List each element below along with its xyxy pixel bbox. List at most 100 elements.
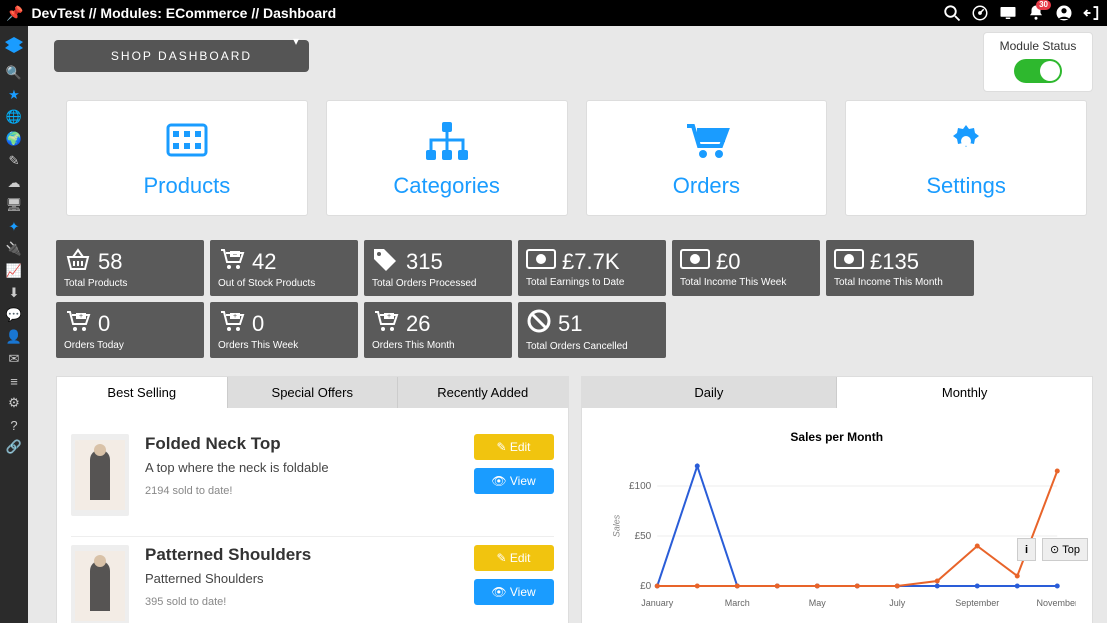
rail-link-icon[interactable]: 🔗 — [0, 436, 28, 458]
rail-monitor-icon[interactable]: 🖥 — [0, 194, 28, 216]
products-panel: Best Selling Special Offers Recently Add… — [56, 376, 569, 623]
card-settings[interactable]: Settings — [845, 100, 1087, 216]
notification-icon[interactable]: 30 — [1027, 4, 1045, 22]
rail-download-icon[interactable]: ⬇ — [0, 282, 28, 304]
svg-text:January: January — [641, 598, 674, 608]
rail-chat-icon[interactable]: 💬 — [0, 304, 28, 326]
ban-icon — [526, 308, 552, 339]
tab-special-offers[interactable]: Special Offers — [227, 377, 398, 408]
top-bar: 📌 DevTest // Modules: ECommerce // Dashb… — [0, 0, 1107, 26]
chart-tabs: Daily Monthly — [582, 377, 1093, 408]
product-desc: A top where the neck is foldable — [145, 460, 458, 475]
svg-text:September: September — [955, 598, 999, 608]
rail-chart-icon[interactable]: 📈 — [0, 260, 28, 282]
rail-world-icon[interactable]: 🌍 — [0, 128, 28, 150]
logout-icon[interactable] — [1083, 4, 1101, 22]
chart-panel: Daily Monthly Sales per Month £0£50£100S… — [581, 376, 1094, 623]
stat-tile[interactable]: 51Total Orders Cancelled — [518, 302, 666, 358]
view-button[interactable]: 👁 View — [474, 468, 554, 494]
stat-tile[interactable]: +26Orders This Month — [364, 302, 512, 358]
rail-puzzle-icon[interactable]: ✦ — [0, 216, 28, 238]
svg-text:November: November — [1036, 598, 1076, 608]
svg-text:£0: £0 — [640, 581, 652, 592]
hierarchy-icon — [422, 117, 472, 165]
tab-recently-added[interactable]: Recently Added — [397, 377, 568, 408]
product-tabs: Best Selling Special Offers Recently Add… — [57, 377, 568, 408]
dashboard-select[interactable]: SHOP DASHBOARD — [54, 40, 309, 72]
tab-daily[interactable]: Daily — [582, 377, 837, 408]
rail-star-icon[interactable]: ★ — [0, 84, 28, 106]
edit-button[interactable]: ✎ Edit — [474, 434, 554, 460]
rail-user-icon[interactable]: 👤 — [0, 326, 28, 348]
chart-info-button[interactable]: i — [1017, 538, 1036, 561]
cart-icon — [681, 117, 731, 165]
rail-gear-icon[interactable]: ⚙ — [0, 392, 28, 414]
product-thumbnail — [71, 545, 129, 623]
pin-icon[interactable]: 📌 — [6, 5, 23, 22]
basket-icon — [64, 247, 92, 276]
product-title: Folded Neck Top — [145, 434, 458, 454]
cart-add-icon: + — [218, 309, 246, 338]
money-icon — [834, 249, 864, 274]
logo-icon[interactable] — [0, 30, 28, 62]
cart-out-icon: – — [218, 247, 246, 276]
product-thumbnail — [71, 434, 129, 516]
svg-text:–: – — [233, 251, 237, 258]
view-button[interactable]: 👁 View — [474, 579, 554, 605]
money-icon — [680, 249, 710, 274]
rail-search-icon[interactable]: 🔍 — [0, 62, 28, 84]
tab-monthly[interactable]: Monthly — [836, 377, 1092, 408]
stats-grid: 58Total Products–42Out of Stock Products… — [56, 240, 1087, 358]
svg-text:May: May — [808, 598, 826, 608]
cart-add-icon: + — [372, 309, 400, 338]
money-icon — [526, 249, 556, 274]
main-area: SHOP DASHBOARD Module Status Products Ca… — [28, 26, 1107, 623]
stat-tile[interactable]: –42Out of Stock Products — [210, 240, 358, 296]
rail-globe-icon[interactable]: 🌐 — [0, 106, 28, 128]
gauge-icon[interactable] — [971, 4, 989, 22]
module-status-toggle[interactable] — [1014, 59, 1062, 83]
card-products[interactable]: Products — [66, 100, 308, 216]
rail-help-icon[interactable]: ? — [0, 414, 28, 436]
svg-text:£50: £50 — [634, 531, 651, 542]
card-orders[interactable]: Orders — [586, 100, 828, 216]
svg-text:+: + — [233, 313, 237, 320]
cart-add-icon: + — [64, 309, 92, 338]
svg-text:£100: £100 — [629, 481, 652, 492]
card-categories[interactable]: Categories — [326, 100, 568, 216]
svg-text:+: + — [387, 313, 391, 320]
grid-icon — [164, 117, 210, 165]
svg-text:March: March — [724, 598, 749, 608]
product-sold: 395 sold to date! — [145, 596, 458, 608]
module-status-card: Module Status — [983, 32, 1093, 92]
gear-icon — [944, 117, 988, 165]
stat-tile[interactable]: +0Orders This Week — [210, 302, 358, 358]
svg-text:+: + — [79, 313, 83, 320]
rail-sliders-icon[interactable]: ≡ — [0, 370, 28, 392]
stat-tile[interactable]: 315Total Orders Processed — [364, 240, 512, 296]
stat-tile[interactable]: +0Orders Today — [56, 302, 204, 358]
product-desc: Patterned Shoulders — [145, 571, 458, 586]
svg-text:Sales: Sales — [611, 514, 621, 537]
stat-tile[interactable]: £135Total Income This Month — [826, 240, 974, 296]
stat-tile[interactable]: 58Total Products — [56, 240, 204, 296]
left-nav-rail: 🔍 ★ 🌐 🌍 ✎ ☁ 🖥 ✦ 🔌 📈 ⬇ 💬 👤 ✉ ≡ ⚙ ? 🔗 — [0, 26, 28, 623]
edit-button[interactable]: ✎ Edit — [474, 545, 554, 571]
module-status-label: Module Status — [992, 39, 1084, 53]
rail-pencil-icon[interactable]: ✎ — [0, 150, 28, 172]
product-title: Patterned Shoulders — [145, 545, 458, 565]
rail-plug-icon[interactable]: 🔌 — [0, 238, 28, 260]
monitor-icon[interactable] — [999, 4, 1017, 22]
product-row: Folded Neck Top A top where the neck is f… — [71, 426, 554, 537]
notification-badge: 30 — [1036, 0, 1051, 10]
user-icon[interactable] — [1055, 4, 1073, 22]
stat-tile[interactable]: £0Total Income This Week — [672, 240, 820, 296]
product-sold: 2194 sold to date! — [145, 485, 458, 497]
rail-cloud-icon[interactable]: ☁ — [0, 172, 28, 194]
search-icon[interactable] — [943, 4, 961, 22]
chart-top-button[interactable]: ⊙ Top — [1042, 538, 1088, 561]
stat-tile[interactable]: £7.7KTotal Earnings to Date — [518, 240, 666, 296]
sales-chart: £0£50£100SalesJanuaryMarchMayJulySeptemb… — [598, 456, 1077, 616]
rail-mail-icon[interactable]: ✉ — [0, 348, 28, 370]
tab-best-selling[interactable]: Best Selling — [57, 377, 227, 408]
